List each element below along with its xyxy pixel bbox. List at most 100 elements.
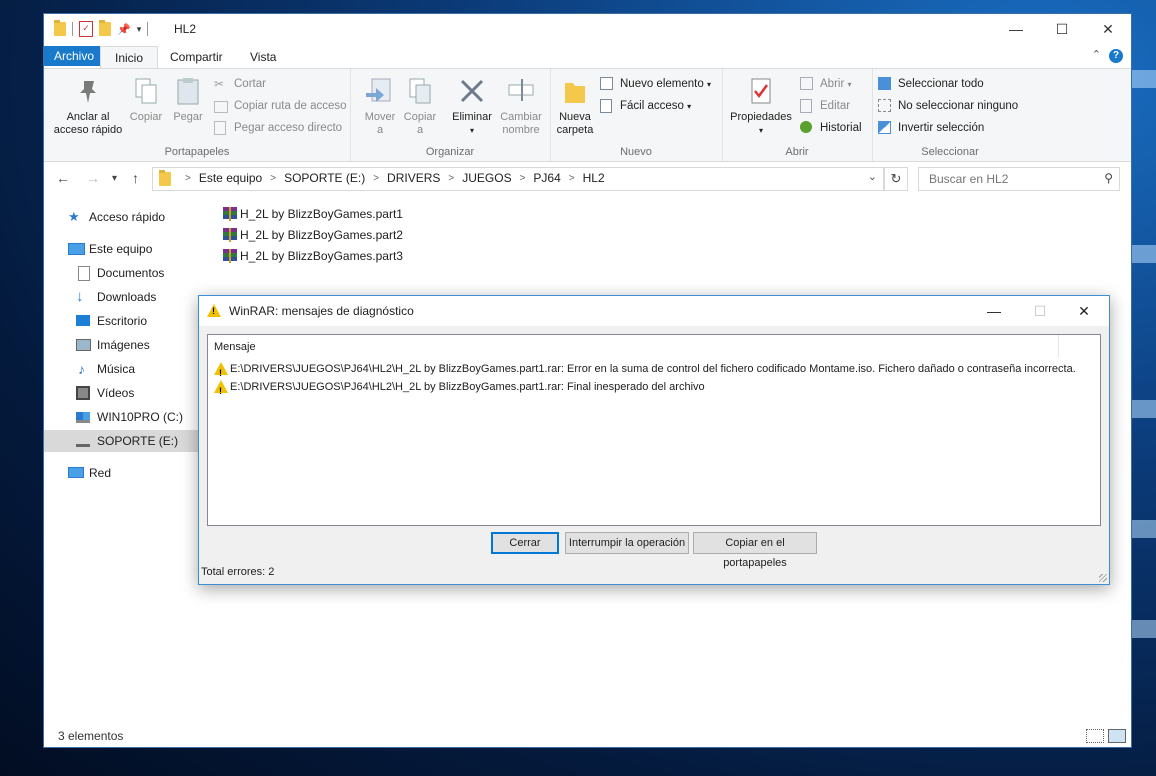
copy-to-clipboard-button[interactable]: Copiar en el portapapeles: [693, 532, 817, 569]
copy-path-label: Copiar ruta de acceso: [234, 100, 347, 112]
open-button[interactable]: Abrir ▾: [800, 75, 852, 93]
tab-archivo[interactable]: Archivo: [44, 46, 105, 66]
copy-path-icon: [214, 101, 228, 113]
resize-grip-icon[interactable]: [1099, 574, 1107, 582]
help-icon[interactable]: ?: [1109, 49, 1123, 63]
select-none-label: No seleccionar ninguno: [898, 100, 1019, 112]
paste-label: Pegar: [173, 111, 203, 123]
history-button[interactable]: Historial: [800, 119, 862, 137]
pin-icon: [72, 75, 104, 107]
pin-quick-access-button[interactable]: Anclar al acceso rápido: [50, 75, 126, 137]
new-item-button[interactable]: Nuevo elemento ▾: [600, 75, 711, 93]
refresh-icon[interactable]: ↻: [884, 167, 908, 191]
breadcrumb-soporte[interactable]: SOPORTE (E:): [280, 171, 369, 187]
list-item[interactable]: H_2L by BlizzBoyGames.part2: [222, 225, 403, 245]
easy-access-button[interactable]: Fácil acceso ▾: [600, 97, 691, 115]
tab-compartir[interactable]: Compartir: [156, 46, 237, 68]
file-name: H_2L by BlizzBoyGames.part1: [240, 207, 403, 221]
group-open: Propiedades ▾ Abrir ▾ Editar Historial A…: [722, 69, 873, 161]
close-dialog-button[interactable]: Cerrar: [491, 532, 559, 554]
details-view-icon[interactable]: [1086, 729, 1104, 743]
chevron-down-icon: ▾: [706, 80, 711, 89]
tab-vista[interactable]: Vista: [236, 46, 290, 68]
status-bar: 3 elementos: [44, 723, 1131, 747]
breadcrumb-separator[interactable]: >: [369, 171, 383, 187]
rename-label-2: nombre: [502, 124, 540, 136]
paste-button[interactable]: Pegar: [168, 75, 208, 124]
address-bar[interactable]: > Este equipo > SOPORTE (E:) > DRIVERS >…: [152, 167, 884, 191]
breadcrumb-pj64[interactable]: PJ64: [529, 171, 564, 187]
close-button[interactable]: ✕: [1085, 14, 1131, 44]
item-count: 3 elementos: [58, 729, 124, 743]
nav-item-network[interactable]: Red: [44, 462, 202, 484]
minimize-button[interactable]: —: [993, 14, 1039, 44]
properties-icon[interactable]: ✓: [79, 21, 93, 37]
abort-operation-button[interactable]: Interrumpir la operación: [565, 532, 689, 554]
list-item[interactable]: H_2L by BlizzBoyGames.part3: [222, 246, 403, 266]
breadcrumb: > Este equipo > SOPORTE (E:) > DRIVERS >…: [181, 171, 609, 187]
new-folder-icon[interactable]: [99, 20, 111, 36]
breadcrumb-drivers[interactable]: DRIVERS: [383, 171, 444, 187]
search-box[interactable]: ⚲: [918, 167, 1120, 191]
nav-item-pictures[interactable]: Imágenes: [44, 334, 202, 356]
dialog-title: WinRAR: mensajes de diagnóstico: [229, 304, 414, 318]
edit-button[interactable]: Editar: [800, 97, 850, 115]
select-all-button[interactable]: Seleccionar todo: [878, 75, 984, 93]
breadcrumb-separator[interactable]: >: [516, 171, 530, 187]
folder-icon: [54, 20, 66, 36]
nav-item-this-pc[interactable]: Este equipo: [44, 238, 202, 260]
nav-item-drive-e[interactable]: SOPORTE (E:): [44, 430, 202, 452]
nav-item-documents[interactable]: Documentos: [44, 262, 202, 284]
nav-item-drive-c[interactable]: WIN10PRO (C:): [44, 406, 202, 428]
breadcrumb-separator[interactable]: >: [565, 171, 579, 187]
pin-icon[interactable]: 📌: [117, 23, 131, 36]
nav-item-videos[interactable]: Vídeos: [44, 382, 202, 404]
chevron-down-icon[interactable]: ⌄: [868, 170, 877, 183]
large-icons-view-icon[interactable]: [1108, 729, 1126, 743]
move-to-button[interactable]: Mover a: [360, 75, 400, 137]
forward-arrow-icon[interactable]: →: [86, 170, 100, 186]
list-item[interactable]: E:\DRIVERS\JUEGOS\PJ64\HL2\H_2L by Blizz…: [214, 378, 705, 400]
nav-item-desktop[interactable]: Escritorio: [44, 310, 202, 332]
column-header-mensaje[interactable]: Mensaje: [208, 335, 1059, 357]
rename-button[interactable]: Cambiar nombre: [498, 75, 544, 137]
back-arrow-icon[interactable]: ←: [56, 170, 70, 186]
invert-selection-label: Invertir selección: [898, 122, 985, 134]
collapse-ribbon-icon[interactable]: ⌃: [1092, 48, 1101, 61]
copy-to-label-2: a: [416, 124, 424, 136]
message-list[interactable]: Mensaje E:\DRIVERS\JUEGOS\PJ64\HL2\H_2L …: [207, 334, 1101, 526]
customize-toolbar-icon[interactable]: ▾: [137, 24, 142, 35]
recent-locations-icon[interactable]: ▾: [112, 173, 117, 184]
folder-icon: [159, 170, 171, 186]
minimize-button[interactable]: —: [971, 296, 1017, 326]
delete-button[interactable]: Eliminar ▾: [448, 75, 496, 137]
nav-item-quick-access[interactable]: ★ Acceso rápido: [44, 206, 202, 228]
close-button[interactable]: ✕: [1061, 296, 1107, 326]
list-item[interactable]: E:\DRIVERS\JUEGOS\PJ64\HL2\H_2L by Blizz…: [214, 360, 1076, 382]
invert-selection-button[interactable]: Invertir selección: [878, 119, 984, 137]
up-arrow-icon[interactable]: ↑: [132, 170, 139, 186]
breadcrumb-hl2[interactable]: HL2: [579, 171, 609, 187]
list-item[interactable]: H_2L by BlizzBoyGames.part1: [222, 204, 403, 224]
delete-label: Eliminar: [452, 111, 492, 123]
breadcrumb-separator[interactable]: >: [266, 171, 280, 187]
cut-button[interactable]: ✂ Cortar: [214, 75, 266, 93]
nav-item-downloads[interactable]: ↓ Downloads: [44, 286, 202, 308]
properties-button[interactable]: Propiedades ▾: [726, 75, 796, 137]
breadcrumb-separator[interactable]: >: [444, 171, 458, 187]
copy-to-button[interactable]: Copiar a: [400, 75, 440, 137]
breadcrumb-este-equipo[interactable]: Este equipo: [195, 171, 266, 187]
select-none-button[interactable]: No seleccionar ninguno: [878, 97, 1018, 115]
new-folder-button[interactable]: Nueva carpeta: [552, 75, 598, 137]
tab-inicio[interactable]: Inicio: [100, 46, 159, 69]
paste-shortcut-button[interactable]: Pegar acceso directo: [214, 119, 342, 137]
breadcrumb-juegos[interactable]: JUEGOS: [458, 171, 515, 187]
copy-button[interactable]: Copiar: [126, 75, 166, 124]
copy-path-button[interactable]: Copiar ruta de acceso: [214, 97, 347, 115]
pin-label-1: Anclar al: [66, 111, 110, 123]
search-input[interactable]: [927, 171, 1101, 187]
nav-item-music[interactable]: ♪ Música: [44, 358, 202, 380]
search-icon[interactable]: ⚲: [1104, 171, 1113, 185]
properties-label: Propiedades: [730, 111, 792, 123]
maximize-button[interactable]: ☐: [1039, 14, 1085, 44]
